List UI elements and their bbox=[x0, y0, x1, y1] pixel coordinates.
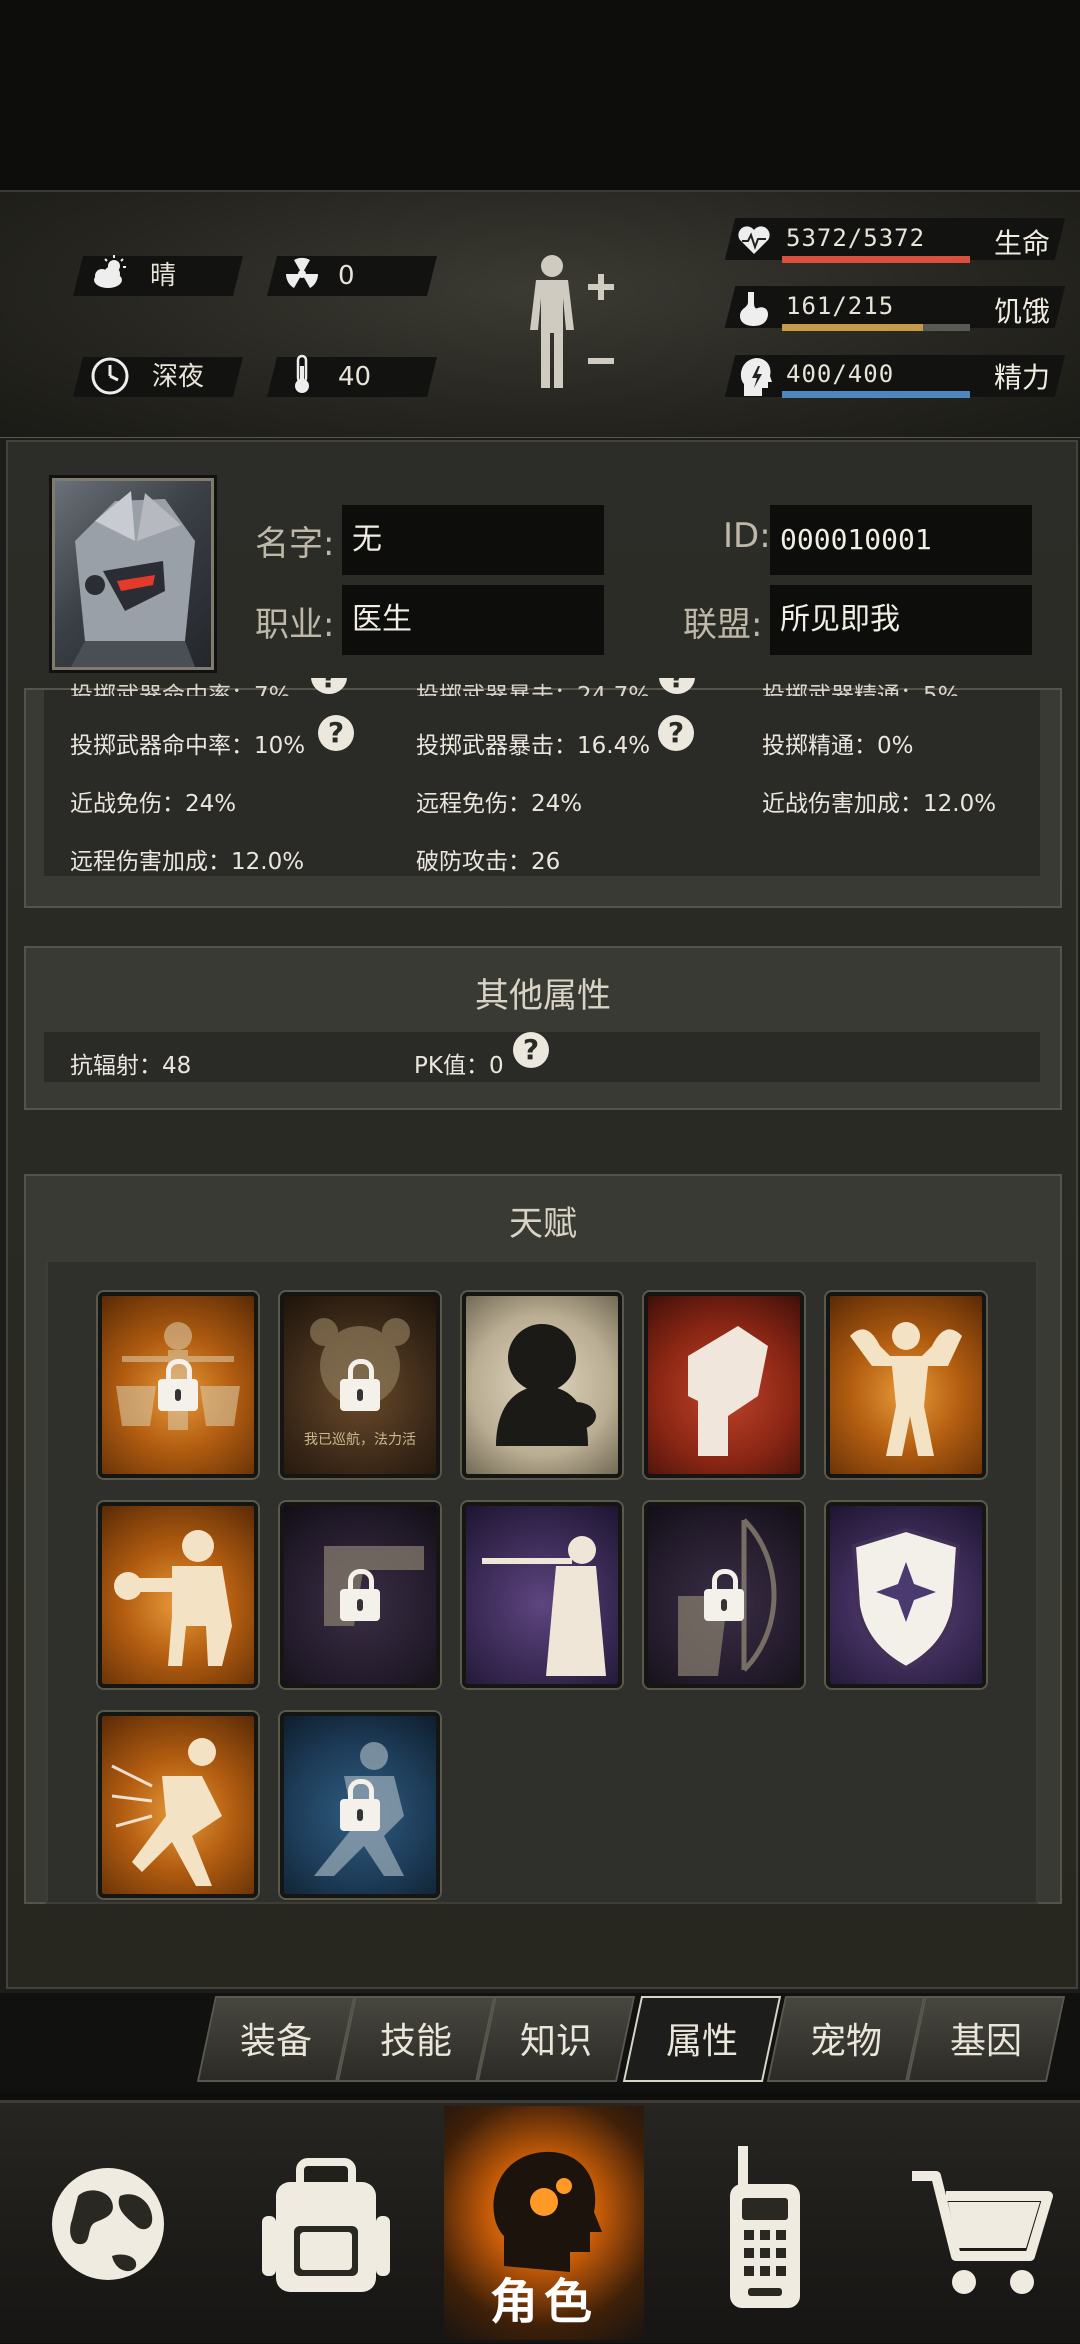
energy-bar bbox=[782, 391, 970, 398]
name-field: 无 bbox=[342, 505, 604, 575]
tab-pets-label: 宠物 bbox=[809, 2021, 882, 2062]
energy-label: 精力 bbox=[994, 361, 1051, 394]
lock-icon bbox=[704, 1569, 744, 1621]
thermometer-icon bbox=[295, 354, 309, 393]
help-icon[interactable]: ? bbox=[658, 715, 694, 751]
radiation-icon bbox=[285, 257, 319, 288]
job-field: 医生 bbox=[342, 585, 604, 655]
tab-attributes-label: 属性 bbox=[665, 2021, 738, 2062]
nav-backpack[interactable] bbox=[226, 2106, 426, 2340]
nav-map[interactable] bbox=[8, 2106, 208, 2340]
nav-radio[interactable] bbox=[664, 2106, 864, 2340]
attr-ranged-bonus: 远程伤害加成：12.0% bbox=[70, 849, 305, 875]
nav-shop[interactable] bbox=[872, 2106, 1072, 2340]
job-label: 职业: bbox=[255, 605, 335, 645]
svg-text:我已巡航，法力活: 我已巡航，法力活 bbox=[304, 1432, 416, 1448]
help-icon[interactable]: ? bbox=[513, 1032, 549, 1068]
dodge-talent[interactable] bbox=[98, 1712, 258, 1898]
rifle-talent[interactable] bbox=[462, 1502, 622, 1688]
body-status-button[interactable] bbox=[522, 250, 626, 400]
shopping-cart-icon bbox=[912, 2171, 1053, 2294]
clock-icon bbox=[91, 357, 129, 395]
tab-knowledge-label: 知识 bbox=[519, 2021, 592, 2062]
other-attributes-panel: 其他属性 bbox=[24, 946, 1062, 1110]
stomach-icon bbox=[740, 292, 768, 326]
armored-helmet-icon bbox=[71, 491, 195, 667]
walkie-talkie-icon bbox=[730, 2146, 800, 2308]
crouch-talent[interactable] bbox=[280, 1712, 440, 1898]
temperature-value: 40 bbox=[338, 362, 372, 392]
lock-icon bbox=[340, 1569, 380, 1621]
attr-row-partial-2: 投掷武器暴击：24.7% bbox=[416, 683, 651, 696]
alliance-label: 联盟: bbox=[683, 605, 763, 645]
shield-talent[interactable] bbox=[826, 1502, 986, 1688]
other-attributes-title: 其他属性 bbox=[475, 976, 611, 1016]
attr-row-partial-1: 投掷武器命中率：7% bbox=[70, 683, 291, 696]
weather-value: 晴 bbox=[150, 261, 177, 291]
hunger-label: 饥饿 bbox=[994, 295, 1051, 328]
health-bar bbox=[782, 256, 970, 263]
lock-icon bbox=[340, 1779, 380, 1831]
lock-icon bbox=[158, 1359, 198, 1411]
attr-armor-break: 破防攻击：26 bbox=[416, 849, 561, 875]
heart-icon bbox=[738, 226, 770, 254]
fist-talent[interactable] bbox=[644, 1292, 804, 1478]
weather-sun-cloud-icon bbox=[94, 255, 126, 288]
strongman-talent[interactable] bbox=[826, 1292, 986, 1478]
health-label: 生命 bbox=[994, 227, 1051, 260]
tab-genes-label: 基因 bbox=[949, 2021, 1022, 2062]
avatar[interactable] bbox=[52, 478, 214, 670]
attr-ranged-reduction: 远程免伤：24% bbox=[416, 791, 583, 817]
attr-pk-value: PK值：0 bbox=[414, 1053, 504, 1079]
id-field: 000010001 bbox=[770, 505, 1032, 575]
attr-radiation-resist: 抗辐射：48 bbox=[70, 1053, 192, 1079]
attr-throw-hit: 投掷武器命中率：10% bbox=[70, 733, 306, 759]
hunger-value: 161/215 bbox=[786, 292, 895, 320]
bow-talent[interactable] bbox=[644, 1502, 804, 1688]
boxer-talent[interactable] bbox=[98, 1502, 258, 1688]
id-label: ID: bbox=[723, 516, 771, 556]
panda-talent[interactable]: 我已巡航，法力活 bbox=[280, 1292, 440, 1478]
map-globe-icon bbox=[52, 2168, 164, 2280]
attr-melee-bonus: 近战伤害加成：12.0% bbox=[762, 791, 997, 817]
health-value: 5372/5372 bbox=[786, 224, 926, 252]
lock-icon bbox=[340, 1359, 380, 1411]
attr-throw-crit: 投掷武器暴击：16.4% bbox=[416, 733, 651, 759]
energy-head-icon bbox=[740, 358, 772, 396]
tab-skills-label: 技能 bbox=[379, 2021, 452, 2062]
name-label: 名字: bbox=[255, 524, 335, 564]
backpack-icon bbox=[262, 2158, 390, 2292]
hunger-bar bbox=[782, 324, 970, 331]
pistol-talent[interactable] bbox=[280, 1502, 440, 1688]
help-icon[interactable]: ? bbox=[318, 715, 354, 751]
tab-equipment-label: 装备 bbox=[239, 2021, 312, 2062]
eater-talent[interactable] bbox=[462, 1292, 622, 1478]
talents-title: 天赋 bbox=[509, 1204, 577, 1244]
nav-character-label: 角色 bbox=[489, 2274, 598, 2330]
attr-row-partial-3: 投掷武器精通：5% bbox=[762, 683, 960, 696]
energy-value: 400/400 bbox=[786, 360, 895, 388]
attr-throw-mastery: 投掷精通：0% bbox=[762, 733, 914, 759]
alliance-field: 所见即我 bbox=[770, 585, 1032, 655]
porter-talent[interactable] bbox=[98, 1292, 258, 1478]
attr-melee-reduction: 近战免伤：24% bbox=[70, 791, 237, 817]
radiation-value: 0 bbox=[338, 261, 355, 291]
time-value: 深夜 bbox=[152, 362, 205, 392]
